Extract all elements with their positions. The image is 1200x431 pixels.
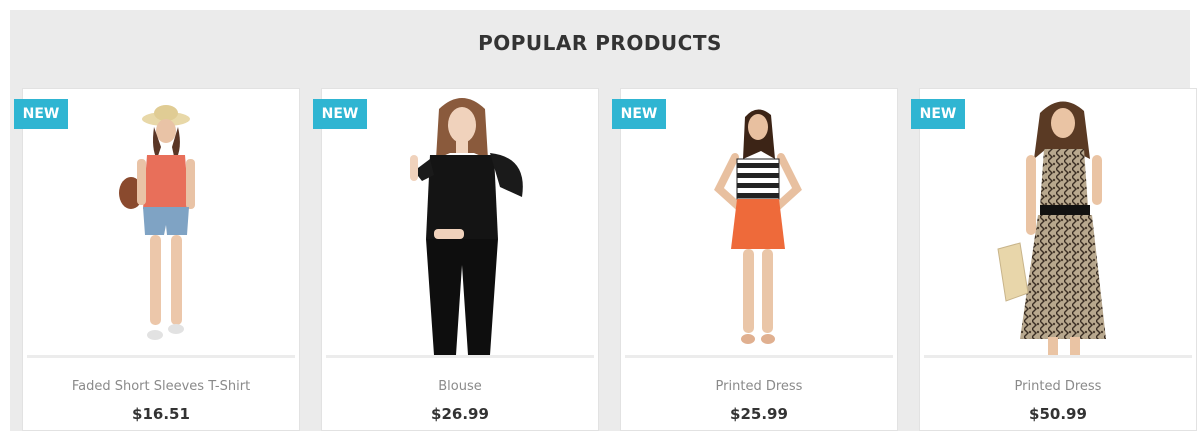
new-badge: NEW: [14, 99, 68, 129]
product-card-blouse[interactable]: NEW Blouse $26.99: [313, 88, 599, 431]
product-name[interactable]: Printed Dress: [621, 379, 897, 394]
product-name[interactable]: Printed Dress: [920, 379, 1196, 394]
product-card-printed-dress-orange[interactable]: NEW Printed Dress $25.99: [612, 88, 898, 431]
popular-products-section: POPULAR PRODUCTS NEW Faded Short Sleeves…: [10, 10, 1197, 431]
product-card-faded-tshirt[interactable]: NEW Faded Short Sleeves T-Shirt $16.51: [14, 88, 300, 431]
new-badge: NEW: [313, 99, 367, 129]
card-divider: [27, 355, 295, 358]
new-badge: NEW: [911, 99, 965, 129]
product-name[interactable]: Blouse: [322, 379, 598, 394]
product-card-printed-dress-pattern[interactable]: NEW Printed Dress $50.99: [911, 88, 1197, 431]
product-price: $50.99: [1029, 405, 1087, 423]
card-divider: [625, 355, 893, 358]
product-price: $25.99: [730, 405, 788, 423]
product-name[interactable]: Faded Short Sleeves T-Shirt: [23, 379, 299, 394]
new-badge: NEW: [612, 99, 666, 129]
card-divider: [326, 355, 594, 358]
product-price: $26.99: [431, 405, 489, 423]
product-price: $16.51: [132, 405, 190, 423]
section-title: POPULAR PRODUCTS: [478, 31, 722, 55]
card-divider: [924, 355, 1192, 358]
